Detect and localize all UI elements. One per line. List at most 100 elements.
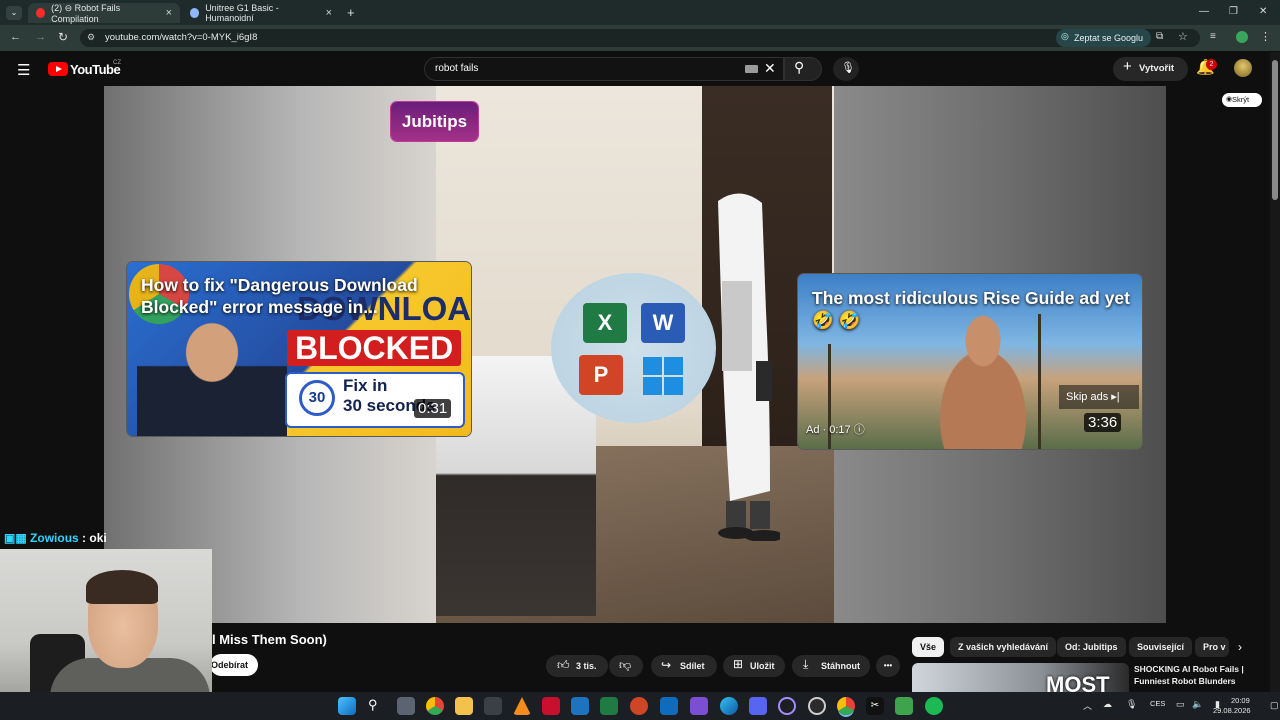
keyboard-language[interactable]: CES: [1150, 699, 1165, 708]
plus-icon: +: [1123, 58, 1132, 75]
minimize-button[interactable]: —: [1199, 6, 1209, 17]
tray-mic-icon[interactable]: 🎙: [1126, 699, 1137, 710]
bookmark-star-icon[interactable]: ☆: [1178, 30, 1188, 43]
channel-sticker: Jubitips: [391, 102, 478, 141]
browser-menu-icon[interactable]: ⋮: [1260, 30, 1271, 43]
visual-studio-icon[interactable]: [690, 697, 708, 715]
close-window-button[interactable]: ✕: [1259, 6, 1267, 17]
account-avatar[interactable]: [1234, 59, 1252, 77]
file-explorer-icon[interactable]: [455, 697, 473, 715]
new-tab-button[interactable]: +: [347, 5, 355, 20]
microphone-icon: 🎙: [841, 62, 855, 74]
app-circle-icon[interactable]: [778, 697, 796, 715]
capcut-icon[interactable]: ✂: [866, 697, 884, 715]
lens-icon: ◎: [1061, 31, 1069, 41]
spotify-icon[interactable]: [925, 697, 943, 715]
clock-time[interactable]: 20:09: [1231, 696, 1250, 705]
powerpoint-taskbar-icon[interactable]: [630, 697, 648, 715]
powerpoint-icon: P: [579, 355, 623, 395]
acrobat-icon[interactable]: [542, 697, 560, 715]
site-favicon-icon: [190, 8, 200, 18]
thumbnail-person: [137, 307, 287, 436]
more-actions-button[interactable]: •••: [876, 655, 900, 677]
url-text[interactable]: youtube.com/watch?v=0-MYK_i6gI8: [105, 32, 257, 43]
search-icon: ⚲: [794, 59, 805, 75]
network-icon[interactable]: ▭: [1176, 699, 1185, 710]
card-title: How to fix "Dangerous Download Blocked" …: [141, 275, 418, 317]
close-tab-icon[interactable]: ×: [326, 7, 332, 19]
media-icon[interactable]: ≡: [1210, 31, 1216, 42]
install-app-icon[interactable]: ⧉: [1156, 31, 1163, 42]
subscribe-button[interactable]: Odebírat: [210, 654, 258, 676]
site-info-icon[interactable]: ⚙: [87, 32, 95, 43]
chips-next-chevron-icon[interactable]: ›: [1238, 640, 1242, 654]
close-tab-icon[interactable]: ×: [166, 7, 172, 19]
outlook-icon[interactable]: [660, 697, 678, 715]
back-arrow-icon[interactable]: ←: [10, 31, 21, 43]
calculator-icon[interactable]: [484, 697, 502, 715]
profile-avatar-icon[interactable]: [1236, 31, 1248, 43]
chat-username: Zowious: [30, 531, 79, 545]
chip-for-you[interactable]: Pro v: [1195, 637, 1229, 657]
like-button[interactable]: 3 tis.: [546, 655, 608, 677]
excel-icon: X: [583, 303, 627, 343]
chip-from-searches[interactable]: Z vašich vyhledávání: [950, 637, 1057, 657]
excel-taskbar-icon[interactable]: [600, 697, 618, 715]
notification-center-icon[interactable]: ▢: [1270, 700, 1279, 711]
hamburger-menu-icon[interactable]: ☰: [17, 61, 30, 79]
windows-logo-icon: [643, 357, 683, 395]
tray-cloud-icon[interactable]: ☁: [1103, 699, 1112, 710]
tray-overflow-chevron-icon[interactable]: ︿: [1083, 699, 1092, 712]
video-duration: 0:31: [414, 399, 452, 418]
ad-label[interactable]: Ad · 0:17 ⓘ: [806, 421, 865, 437]
hide-eye-icon: ◉: [1226, 96, 1233, 103]
overlay-video-card-1[interactable]: DOWNLOAD BLOCKED 30 Fix in 30 seconds Ho…: [127, 262, 471, 436]
webcam-person-hair: [86, 570, 158, 604]
tab-label: Unitree G1 Basic - Humanoidní: [205, 3, 279, 23]
notification-count-badge: 2: [1206, 59, 1217, 70]
start-windows-icon[interactable]: [338, 697, 356, 715]
chrome-taskbar-icon[interactable]: [426, 697, 444, 715]
chat-message: ▣▦ Zowious : oki: [4, 531, 107, 545]
chip-related[interactable]: Související: [1129, 637, 1193, 657]
thumbnail-text-fix: Fix in: [343, 376, 388, 395]
download-icon: ⤓: [803, 657, 809, 671]
volume-icon[interactable]: 🔈: [1192, 699, 1203, 710]
stopwatch-icon: 30: [299, 380, 335, 416]
minecraft-icon[interactable]: [895, 697, 913, 715]
task-view-icon[interactable]: [397, 697, 415, 715]
clock-date[interactable]: 29.08.2026: [1213, 706, 1251, 715]
forward-arrow-icon[interactable]: →: [35, 31, 46, 43]
clear-search-icon[interactable]: ✕: [764, 60, 776, 77]
share-arrow-icon: ↪: [661, 658, 672, 672]
thumbs-up-icon: 👍︎: [557, 658, 570, 672]
edge-icon[interactable]: [720, 697, 738, 715]
discord-icon[interactable]: [749, 697, 767, 715]
chip-from-jubitips[interactable]: Od: Jubitips: [1057, 637, 1126, 657]
recommended-video-title[interactable]: SHOCKING AI Robot Fails | Funniest Robot…: [1134, 663, 1264, 687]
reload-icon[interactable]: ↻: [58, 30, 68, 44]
video-duration: 3:36: [1084, 413, 1122, 432]
taskbar-search-icon[interactable]: ⚲: [368, 697, 386, 715]
tab-label: (2) ⊖ Robot Fails Compilation: [51, 2, 121, 24]
region-label: CZ: [113, 60, 121, 66]
scrollbar-thumb[interactable]: [1272, 60, 1278, 200]
thumbnail-text-blocked: BLOCKED: [287, 330, 462, 366]
keyboard-icon[interactable]: [745, 65, 758, 73]
chip-all[interactable]: Vše: [912, 637, 945, 657]
youtube-logo-icon[interactable]: [48, 62, 68, 76]
tab-search-chevron-icon[interactable]: ⌄: [6, 6, 22, 20]
save-playlist-icon: ⊞: [733, 657, 744, 671]
thumbs-down-icon: 👎︎: [619, 658, 632, 672]
card-title: The most ridiculous Rise Guide ad yet 🤣 …: [812, 288, 1130, 330]
chrome-active-icon[interactable]: [837, 697, 855, 715]
obs-icon[interactable]: [808, 697, 826, 715]
skip-ads-button[interactable]: Skip ads ▸|: [1059, 385, 1139, 409]
maximize-button[interactable]: ❐: [1229, 6, 1238, 17]
tab-robot-fails[interactable]: (2) ⊖ Robot Fails Compilation ×: [28, 2, 180, 24]
word-icon: W: [641, 303, 685, 343]
search-value[interactable]: robot fails: [435, 63, 478, 74]
word-taskbar-icon[interactable]: [571, 697, 589, 715]
ask-google-button[interactable]: Zeptat se Googlu: [1056, 29, 1152, 47]
tab-unitree[interactable]: Unitree G1 Basic - Humanoidní ×: [182, 3, 340, 23]
